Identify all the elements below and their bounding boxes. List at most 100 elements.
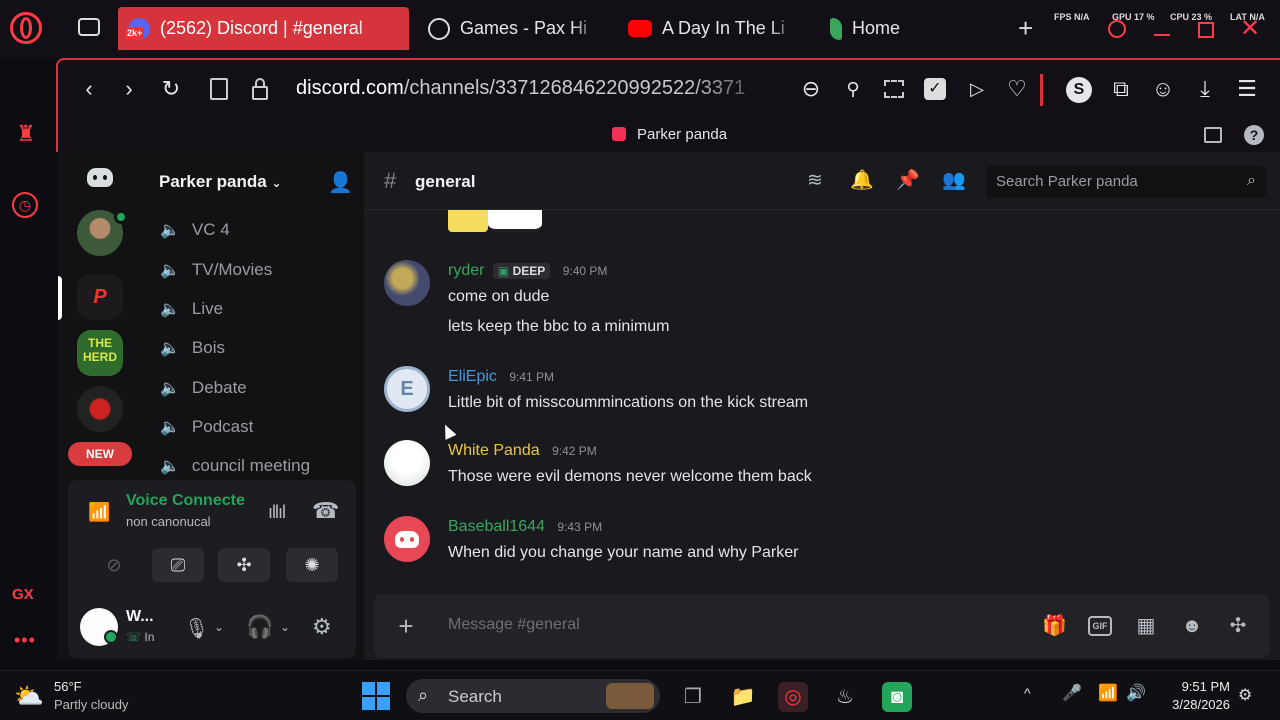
discord-taskbar-icon[interactable]: ◙	[882, 682, 912, 712]
activities-icon[interactable]: ✣	[218, 548, 270, 582]
microphone-icon[interactable]: 🎙	[184, 616, 209, 641]
threads-icon[interactable]: ≋	[804, 170, 826, 192]
channel-item[interactable]: 🔈 TV/Movies	[160, 256, 272, 284]
screen-share-icon[interactable]: ⎚	[152, 548, 204, 582]
server-name-header[interactable]: Parker panda ⌄	[159, 172, 282, 192]
gif-icon[interactable]: GIF	[1088, 616, 1112, 636]
weather-temp[interactable]: 56°F	[54, 679, 82, 694]
sticker-icon[interactable]: ▦	[1134, 614, 1158, 638]
gift-icon[interactable]: 🎁	[1042, 614, 1067, 638]
pinned-messages-icon[interactable]: 📌	[896, 170, 920, 192]
user-avatar[interactable]	[384, 516, 430, 562]
maximize-icon[interactable]	[1198, 22, 1214, 38]
tray-chevron-up-icon[interactable]: ^	[1024, 685, 1031, 701]
server-tag-badge[interactable]: ▣ DEEP	[492, 263, 551, 279]
notification-settings-icon[interactable]: ⚙	[1238, 685, 1252, 705]
more-dots-icon[interactable]: •••	[14, 630, 36, 651]
member-list-icon[interactable]: 👥	[942, 170, 966, 192]
voice-status[interactable]: Voice Connecte	[126, 492, 245, 510]
heart-icon[interactable]: ♡	[1004, 76, 1030, 102]
tab-discord[interactable]: 2k+ (2562) Discord | #general	[118, 7, 409, 50]
search-icon[interactable]	[1108, 20, 1126, 38]
weather-icon[interactable]: ⛅	[14, 682, 44, 712]
tab-home[interactable]: Home	[820, 7, 970, 50]
server-the-herd[interactable]: THE HERD	[77, 330, 123, 376]
send-icon[interactable]: ▷	[964, 76, 990, 102]
headphones-icon[interactable]: 🎧	[246, 614, 273, 640]
gx-logo-text[interactable]: GX	[12, 586, 34, 603]
invite-people-icon[interactable]: 👤	[328, 170, 353, 195]
mic-chevron-icon[interactable]: ⌄	[214, 620, 224, 634]
pin-icon[interactable]: ⚲	[840, 76, 866, 102]
new-badge[interactable]: NEW	[68, 442, 132, 466]
inbox-icon[interactable]	[1204, 127, 1222, 143]
weather-desc[interactable]: Partly cloudy	[54, 697, 128, 712]
task-view-icon[interactable]: ❐	[678, 682, 708, 712]
search-input[interactable]: Search Parker panda ⌕	[986, 166, 1266, 198]
new-tab-button[interactable]: +	[1018, 14, 1033, 42]
camera-off-icon[interactable]: ⊘	[88, 548, 140, 582]
back-button[interactable]: ‹	[76, 76, 102, 102]
minimize-icon[interactable]	[1154, 34, 1170, 36]
clock-time[interactable]: 9:51 PM	[1170, 679, 1230, 694]
lock-icon[interactable]	[252, 78, 268, 100]
user-avatar[interactable]	[384, 260, 430, 306]
message-author[interactable]: EliEpic	[448, 368, 497, 385]
zoom-out-icon[interactable]: ⊖	[798, 76, 824, 102]
headphones-chevron-icon[interactable]: ⌄	[280, 620, 290, 634]
help-icon[interactable]: ?	[1244, 125, 1264, 145]
opera-gx-logo-icon[interactable]	[10, 12, 42, 44]
download-icon[interactable]: ⤓	[1192, 76, 1218, 102]
opera-gx-taskbar-icon[interactable]: ◎	[778, 682, 808, 712]
channel-item[interactable]: 🔈 Debate	[160, 374, 247, 402]
url-field[interactable]: discord.com/channels/337126846220992522/…	[296, 77, 786, 100]
user-avatar[interactable]: E	[384, 366, 430, 412]
snapshot-icon[interactable]	[884, 80, 904, 98]
tab-youtube[interactable]: A Day In The Li	[618, 7, 803, 50]
apps-icon[interactable]: ✣	[1226, 614, 1250, 638]
gx-corner-icon[interactable]: ♜	[12, 120, 40, 148]
close-icon[interactable]: ✕	[1240, 14, 1260, 43]
server-avatar-4[interactable]	[77, 386, 123, 432]
extension-s-icon[interactable]: S	[1066, 77, 1092, 103]
clock-date[interactable]: 3/28/2026	[1160, 697, 1230, 712]
steam-icon[interactable]: ♨	[830, 682, 860, 712]
forward-button[interactable]: ›	[116, 76, 142, 102]
shield-check-icon[interactable]: ✓	[924, 78, 946, 100]
channel-item[interactable]: 🔈 Podcast	[160, 413, 253, 441]
workspaces-icon[interactable]	[78, 18, 100, 36]
profile-icon[interactable]: ☺	[1150, 76, 1176, 102]
extensions-puzzle-icon[interactable]: ⧉	[1108, 76, 1134, 102]
message-author[interactable]: Baseball1644	[448, 518, 545, 535]
volume-icon[interactable]: 🔊	[1126, 683, 1146, 703]
history-clock-icon[interactable]: ◷	[12, 192, 38, 218]
page-icon[interactable]	[210, 78, 228, 100]
emoji-icon[interactable]: ☻	[1180, 614, 1204, 638]
message-input[interactable]: Message #general	[448, 616, 580, 634]
start-windows-icon[interactable]	[362, 682, 390, 710]
tab-games[interactable]: Games - Pax Hi	[418, 7, 608, 50]
voice-channel-name[interactable]: non canonucal	[126, 514, 211, 529]
channel-item[interactable]: 🔈 VC 4	[160, 216, 230, 244]
message-author[interactable]: ryder	[448, 262, 484, 279]
wifi-icon[interactable]: 📶	[1098, 683, 1118, 703]
file-explorer-icon[interactable]: 📁	[728, 682, 758, 712]
channel-item[interactable]: 🔈 council meeting	[160, 452, 310, 480]
menu-icon[interactable]: ☰	[1234, 76, 1260, 102]
notification-bell-icon[interactable]: 🔔	[850, 170, 874, 192]
taskbar-search[interactable]: ⌕ Search	[406, 679, 660, 713]
attach-plus-icon[interactable]: +	[394, 613, 418, 639]
disconnect-icon[interactable]: ☎	[312, 498, 339, 524]
attachment-image-fragment-2[interactable]	[488, 210, 542, 232]
settings-gear-icon[interactable]: ⚙	[312, 614, 332, 640]
channel-item[interactable]: 🔈 Bois	[160, 334, 225, 362]
user-name[interactable]: W...	[126, 608, 154, 626]
user-avatar[interactable]	[384, 440, 430, 486]
attachment-image-fragment[interactable]	[448, 210, 488, 232]
server-parker-panda[interactable]: P	[77, 274, 123, 320]
channel-item[interactable]: 🔈 Live	[160, 295, 223, 323]
noise-suppression-icon[interactable]: ıllıl	[268, 502, 286, 523]
tray-mic-icon[interactable]: 🎤	[1062, 683, 1082, 703]
soundboard-icon[interactable]: ✺	[286, 548, 338, 582]
message-author[interactable]: White Panda	[448, 442, 540, 459]
